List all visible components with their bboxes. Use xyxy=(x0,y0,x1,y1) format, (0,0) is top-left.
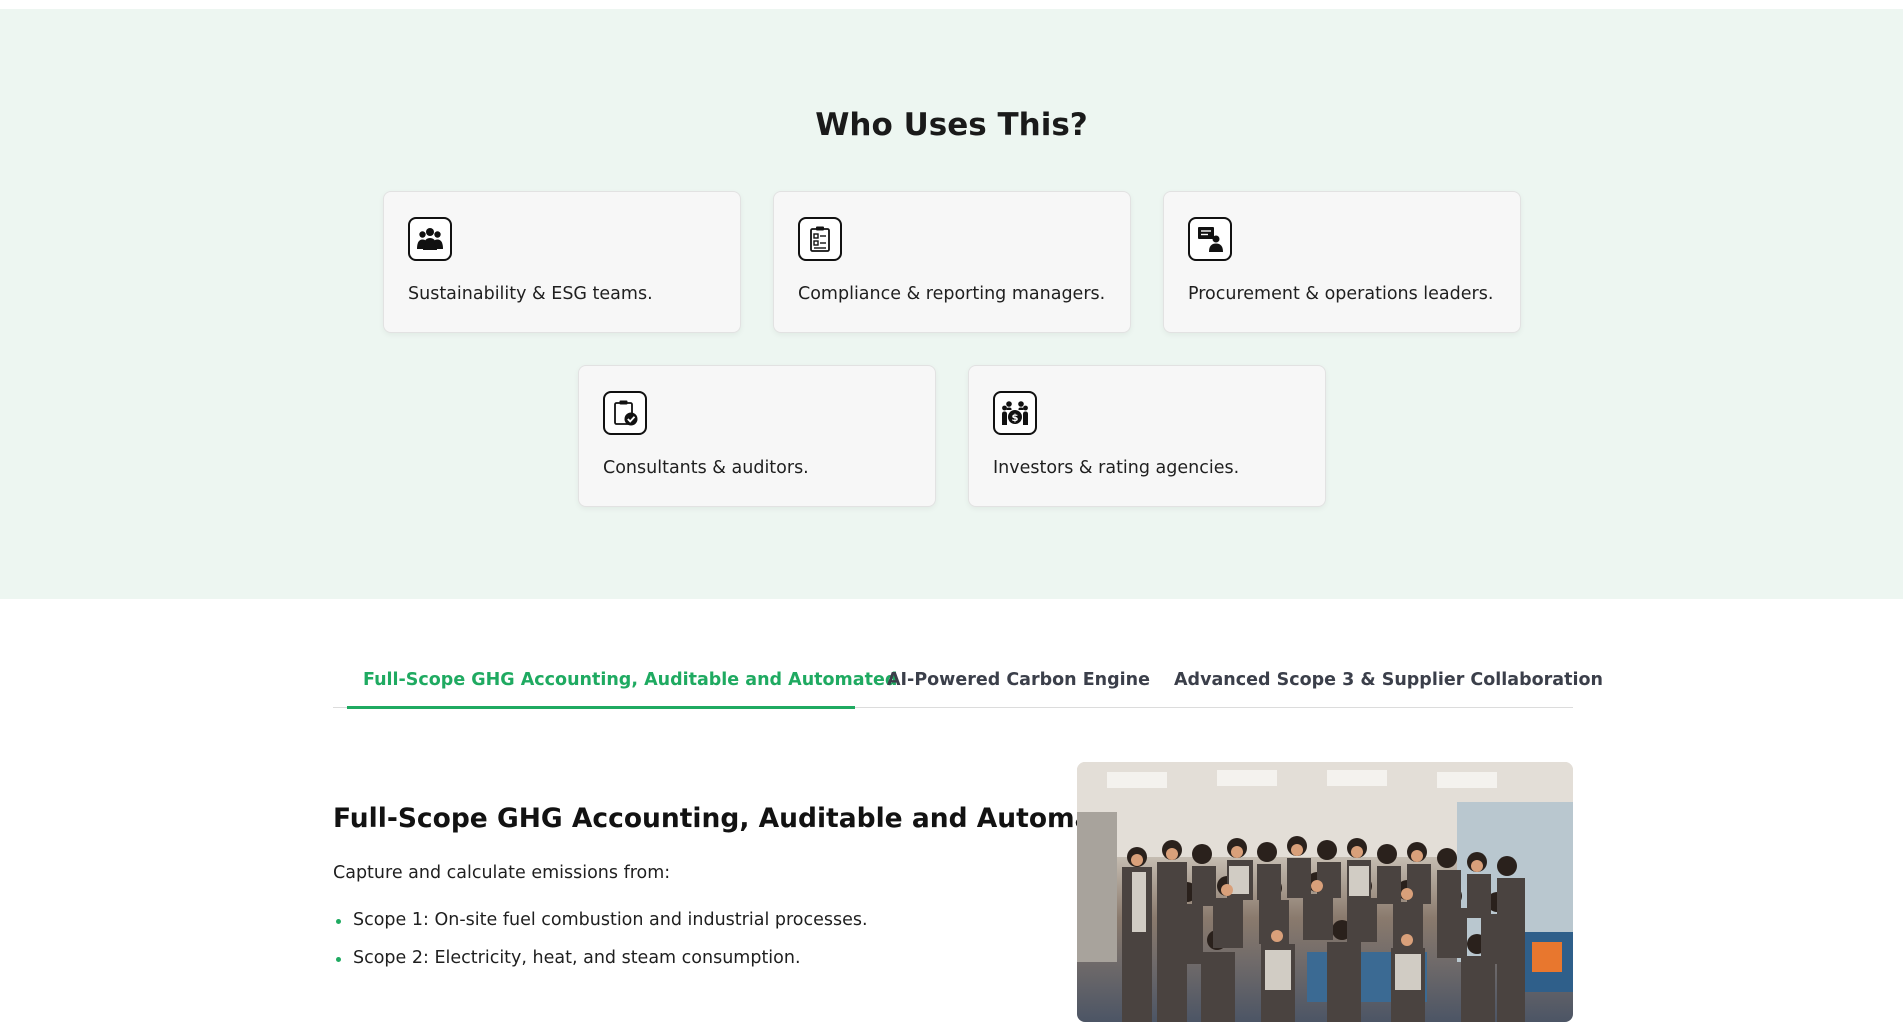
list-item: Scope 2: Electricity, heat, and steam co… xyxy=(333,946,868,984)
audience-card-label: Investors & rating agencies. xyxy=(993,458,1240,478)
clipboard-report-icon xyxy=(798,217,842,261)
feature-tabs: Full-Scope GHG Accounting, Auditable and… xyxy=(333,648,1603,709)
investor-group-icon: $ xyxy=(993,391,1037,435)
audience-card-compliance: Compliance & reporting managers. xyxy=(773,191,1131,333)
audience-card-consultants: Consultants & auditors. xyxy=(578,365,936,507)
audience-card-label: Compliance & reporting managers. xyxy=(798,284,1106,304)
team-photo xyxy=(1077,762,1573,1022)
list-item: Scope 1: On-site fuel combustion and ind… xyxy=(333,908,868,946)
section-title: Who Uses This? xyxy=(815,107,1088,143)
presenter-icon xyxy=(1188,217,1232,261)
content-intro: Capture and calculate emissions from: xyxy=(333,863,671,883)
audience-card-procurement: Procurement & operations leaders. xyxy=(1163,191,1521,333)
who-uses-section: Who Uses This? Sustainability & ESG team… xyxy=(0,9,1903,599)
audience-card-label: Sustainability & ESG teams. xyxy=(408,284,653,304)
svg-text:$: $ xyxy=(1012,413,1019,424)
top-strip xyxy=(0,0,1903,9)
active-tab-indicator xyxy=(347,706,855,709)
content-title: Full-Scope GHG Accounting, Auditable and… xyxy=(333,803,1143,834)
tab-full-scope-ghg[interactable]: Full-Scope GHG Accounting, Auditable and… xyxy=(363,670,897,690)
audience-card-investors: $ Investors & rating agencies. xyxy=(968,365,1326,507)
team-icon xyxy=(408,217,452,261)
audience-card-label: Procurement & operations leaders. xyxy=(1188,284,1494,304)
scope-list: Scope 1: On-site fuel combustion and ind… xyxy=(333,908,868,984)
clipboard-check-icon xyxy=(603,391,647,435)
tab-ai-carbon-engine[interactable]: AI-Powered Carbon Engine xyxy=(887,670,1150,690)
audience-card-label: Consultants & auditors. xyxy=(603,458,809,478)
audience-card-sustainability: Sustainability & ESG teams. xyxy=(383,191,741,333)
tab-scope3-supplier[interactable]: Advanced Scope 3 & Supplier Collaboratio… xyxy=(1174,670,1603,690)
